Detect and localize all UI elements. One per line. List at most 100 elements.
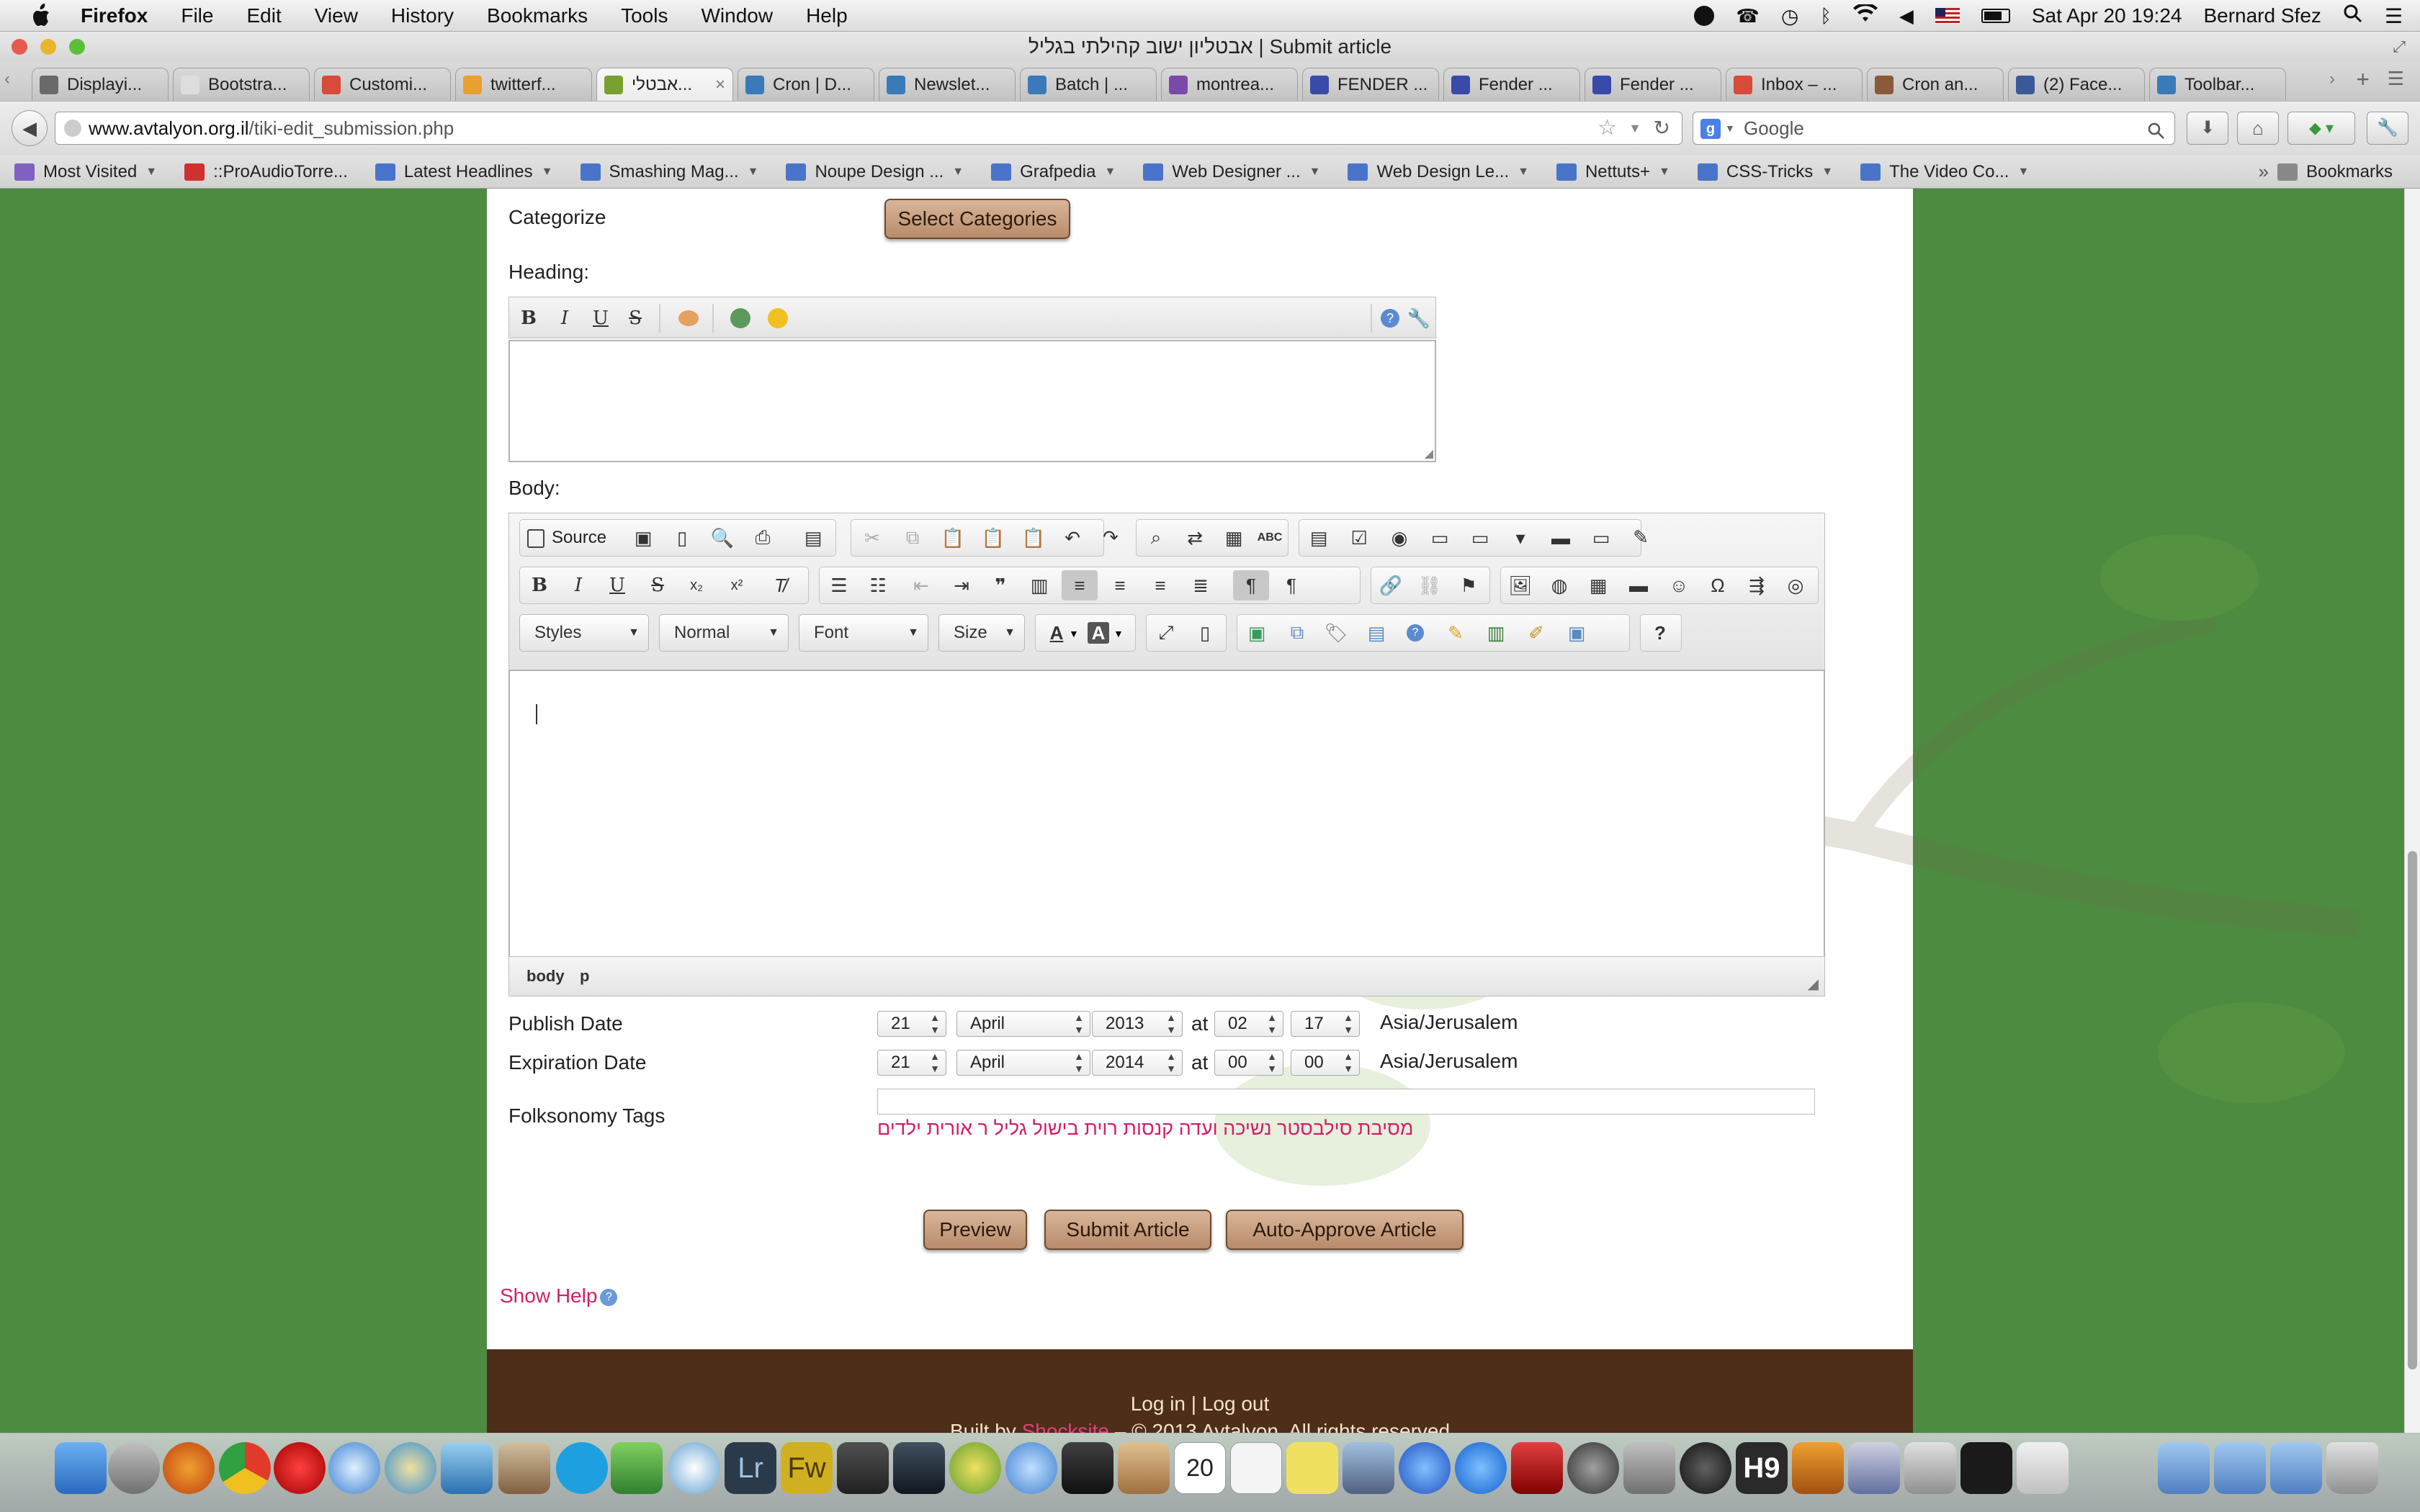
redo-icon[interactable]: ↷ <box>1100 526 1121 548</box>
bookmarks-menu-button[interactable]: Bookmarks <box>2277 162 2393 182</box>
publish-minute-select[interactable]: 17 ▲ ▼ <box>1291 1011 1360 1037</box>
tiki-pencil-icon[interactable]: ✎ <box>1445 622 1466 644</box>
body-strike-icon[interactable]: S <box>647 575 668 596</box>
text-direction-rtl-icon[interactable]: ¶ <box>1281 575 1302 596</box>
tags-suggestions[interactable]: מסיבת סילבסטר נשיכה ועדה קנסות רוית בישו… <box>877 1117 1413 1140</box>
calendar-icon[interactable]: 20 <box>1174 1442 1226 1494</box>
browser-tab[interactable]: Bootstra... <box>173 68 310 101</box>
app-store-icon[interactable] <box>1455 1442 1507 1494</box>
select-field-icon[interactable]: ▾ <box>1510 527 1531 549</box>
history-dropdown-icon[interactable]: ▼ <box>1628 112 1641 144</box>
new-tab-button[interactable]: + <box>2356 66 2370 93</box>
addon-toolbar-button[interactable]: ◆ ▾ <box>2287 112 2355 145</box>
form-icon[interactable]: ▤ <box>1308 527 1330 549</box>
browser-tab[interactable]: Fender ... <box>1443 68 1580 101</box>
smiley-icon[interactable] <box>767 307 789 329</box>
remove-format-icon[interactable]: T̸ <box>769 575 791 596</box>
browser-tab[interactable]: FENDER ... <box>1302 68 1439 101</box>
checkbox-icon[interactable]: ☑ <box>1348 527 1370 549</box>
background-color-icon[interactable]: A <box>1088 622 1109 644</box>
new-page-icon[interactable]: ▯ <box>671 527 693 549</box>
maximize-icon[interactable]: ⤢ <box>1155 621 1177 644</box>
downloads-folder-icon[interactable] <box>2270 1442 2322 1494</box>
expiration-minute-select[interactable]: 00 ▲ ▼ <box>1291 1050 1360 1076</box>
reload-icon[interactable]: ↻ <box>1654 112 1670 144</box>
activity-monitor-icon[interactable] <box>1904 1442 1956 1494</box>
templates-icon[interactable]: ▤ <box>802 527 824 549</box>
body-smiley-icon[interactable]: ☺ <box>1668 575 1690 596</box>
photo-booth-icon[interactable] <box>1511 1442 1563 1494</box>
browser-tab[interactable]: Cron an... <box>1867 68 2004 101</box>
bluetooth-icon[interactable]: ᛒ <box>1820 5 1832 27</box>
developer-tools-button[interactable]: 🔧 <box>2367 112 2408 145</box>
menu-window[interactable]: Window <box>701 4 773 27</box>
wifi-icon[interactable] <box>1852 2 1878 28</box>
cut-icon[interactable]: ✂ <box>861 527 883 549</box>
itunes-icon[interactable] <box>1399 1442 1451 1494</box>
text-color-icon[interactable]: A <box>1046 622 1067 644</box>
background-color-caret-icon[interactable]: ▼ <box>1113 628 1124 639</box>
mail-app-icon[interactable] <box>441 1442 493 1494</box>
reminders-icon[interactable] <box>1230 1442 1282 1494</box>
copy-icon[interactable]: ⧉ <box>902 526 923 549</box>
tiki-file-icon[interactable]: ▤ <box>1366 622 1387 644</box>
select-all-icon[interactable]: ▦ <box>1223 527 1245 549</box>
anchor-flag-icon[interactable]: ⚑ <box>1458 575 1479 596</box>
fireworks-icon[interactable]: Fw <box>781 1442 833 1494</box>
select-categories-button[interactable]: Select Categories <box>884 199 1070 239</box>
opera-icon[interactable] <box>274 1442 326 1494</box>
shocksite-link[interactable]: Shocksite <box>1022 1420 1109 1433</box>
image-icon[interactable]: 🖼 <box>1509 575 1533 596</box>
bulleted-list-icon[interactable]: ☷ <box>867 575 889 596</box>
final-cut-icon[interactable] <box>893 1442 945 1494</box>
spotlight-icon[interactable] <box>2343 4 2363 29</box>
bookmark-css-tricks[interactable]: CSS-Tricks ▼ <box>1697 162 1833 182</box>
superscript-icon[interactable]: x² <box>726 575 748 596</box>
font-dropdown[interactable]: Font ▼ <box>799 614 928 652</box>
skype-icon[interactable] <box>556 1442 608 1494</box>
time-machine-dock-icon[interactable] <box>1567 1442 1619 1494</box>
script-editor-icon[interactable] <box>1848 1442 1900 1494</box>
body-bold-icon[interactable]: B <box>529 575 550 596</box>
print-icon[interactable]: ⎙ <box>752 526 774 549</box>
site-identity-icon[interactable] <box>64 120 81 137</box>
justify-icon[interactable]: ≣ <box>1190 575 1211 596</box>
browser-tab[interactable]: Fender ... <box>1585 68 1721 101</box>
show-blocks-icon[interactable]: ▯ <box>1194 622 1216 644</box>
browser-tab[interactable]: Batch | ... <box>1020 68 1157 101</box>
auto-approve-article-button[interactable]: Auto-Approve Article <box>1226 1210 1464 1250</box>
search-icon[interactable] <box>2147 118 2166 150</box>
tab-list-icon[interactable]: ☰ <box>2388 68 2404 90</box>
preview-app-icon[interactable] <box>1343 1442 1394 1494</box>
blockquote-icon[interactable]: ❞ <box>990 575 1011 596</box>
expiration-day-select[interactable]: 21 ▲ ▼ <box>877 1050 946 1076</box>
tiki-copy-icon[interactable]: ⧉ <box>1286 621 1308 644</box>
search-engine-caret-icon[interactable]: ▼ <box>1725 112 1735 144</box>
google-engine-icon[interactable]: g <box>1700 119 1721 139</box>
paste-word-icon[interactable]: 📋 <box>1022 527 1045 549</box>
path-p[interactable]: p <box>580 967 589 986</box>
stamp-app-icon[interactable] <box>498 1442 550 1494</box>
browser-tab[interactable]: Cron | D... <box>738 68 874 101</box>
iframe-globe-icon[interactable]: ◎ <box>1785 575 1806 596</box>
expiration-month-select[interactable]: April ▲ ▼ <box>956 1050 1090 1076</box>
system-preferences-icon[interactable] <box>1623 1442 1675 1494</box>
button-field-icon[interactable]: ▬ <box>1550 527 1572 549</box>
trash-icon[interactable] <box>2326 1442 2378 1494</box>
find-icon[interactable]: ⌕ <box>1145 526 1167 549</box>
source-button[interactable]: Source <box>527 520 606 556</box>
tiki-image-icon[interactable]: ▣ <box>1246 622 1268 644</box>
numbered-list-icon[interactable]: ☰ <box>828 575 850 596</box>
subscript-icon[interactable]: x₂ <box>686 575 707 596</box>
bookmark-grafpedia[interactable]: Grafpedia ▼ <box>991 162 1116 182</box>
dashboard-icon[interactable] <box>1062 1442 1113 1494</box>
publish-day-select[interactable]: 21 ▲ ▼ <box>877 1011 946 1037</box>
resize-handle-icon[interactable]: ◢ <box>1425 446 1433 461</box>
preview-icon[interactable]: 🔍 <box>711 527 734 549</box>
contacts-icon[interactable] <box>1118 1442 1170 1494</box>
close-tab-icon[interactable]: × <box>715 75 725 95</box>
user-app-icon[interactable] <box>611 1442 663 1494</box>
publish-hour-select[interactable]: 02 ▲ ▼ <box>1214 1011 1283 1037</box>
menu-history[interactable]: History <box>391 4 454 27</box>
underline-icon[interactable]: U <box>590 307 611 329</box>
